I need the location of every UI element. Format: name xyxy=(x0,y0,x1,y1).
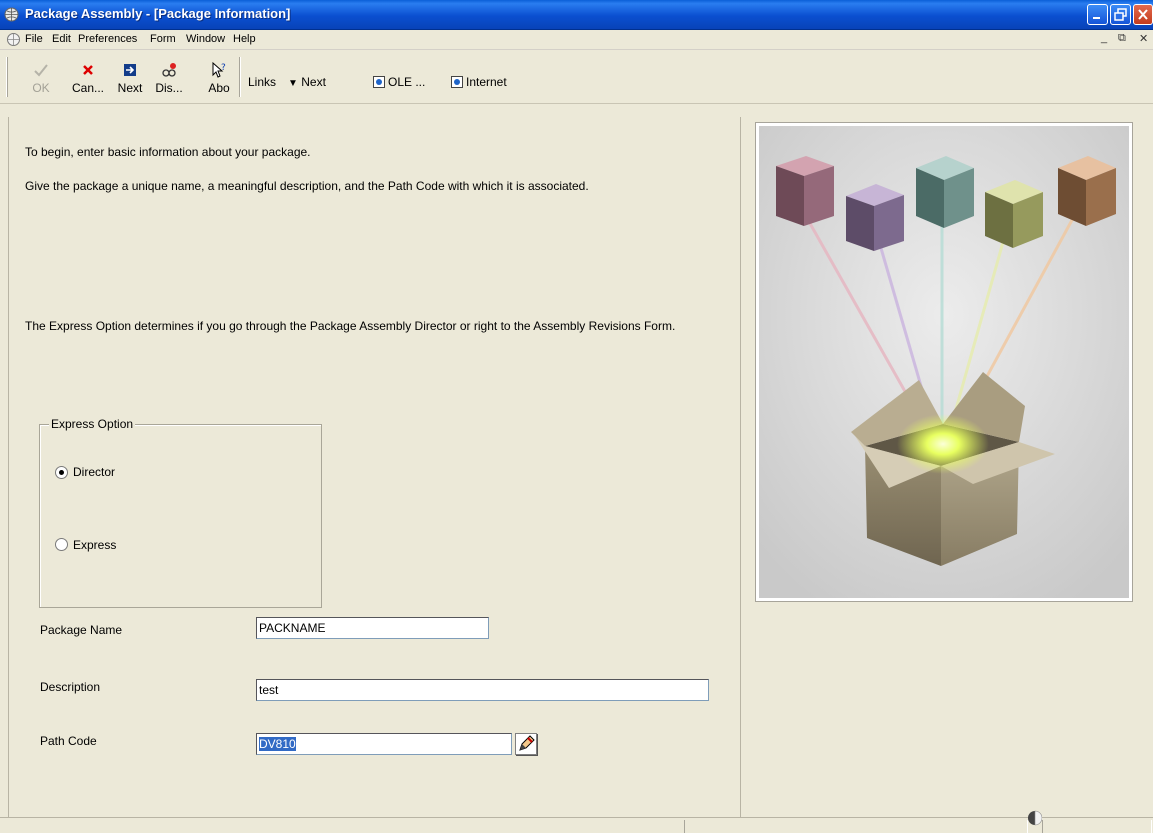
minimize-button[interactable] xyxy=(1087,4,1108,25)
mdi-minimize-icon[interactable]: _ xyxy=(1101,32,1107,44)
display-label: Dis... xyxy=(155,81,183,95)
cancel-label: Can... xyxy=(71,81,104,95)
ok-label: OK xyxy=(32,81,50,95)
cancel-x-icon xyxy=(83,65,93,75)
internet-document-icon xyxy=(451,76,463,88)
ole-label: OLE ... xyxy=(388,75,426,89)
express-option-legend: Express Option xyxy=(49,417,136,431)
links-next-label: Next xyxy=(301,75,326,89)
checkmark-icon xyxy=(34,64,48,77)
window-title: Package Assembly - [Package Information] xyxy=(25,6,291,21)
close-icon xyxy=(1138,9,1148,20)
minimize-icon xyxy=(1093,17,1100,19)
links-menu[interactable]: Links xyxy=(248,75,276,89)
display-preferences-icon xyxy=(162,63,176,77)
mdi-restore-icon[interactable]: ⧉ xyxy=(1118,32,1126,45)
path-code-field[interactable]: DV810 xyxy=(256,733,512,755)
status-globe-icon xyxy=(1028,810,1042,826)
status-cell xyxy=(684,820,1028,833)
intro-text-1: To begin, enter basic information about … xyxy=(25,145,311,159)
dropdown-arrow-icon: ▼ xyxy=(288,78,298,89)
menu-window[interactable]: Window xyxy=(186,33,225,45)
visual-assist-pencil-icon xyxy=(519,735,535,751)
express-note-text: The Express Option determines if you go … xyxy=(25,319,676,333)
menu-file[interactable]: File xyxy=(25,33,43,45)
path-code-value: DV810 xyxy=(259,737,296,751)
express-radio[interactable] xyxy=(55,538,68,551)
svg-text:?: ? xyxy=(221,63,226,73)
internet-label: Internet xyxy=(466,75,507,89)
document-globe-icon[interactable] xyxy=(6,32,21,47)
maximize-button[interactable] xyxy=(1110,4,1131,25)
package-box-illustration xyxy=(759,126,1129,598)
cube-1 xyxy=(776,156,834,226)
cube-2 xyxy=(846,184,904,251)
status-bar xyxy=(0,810,1153,833)
package-name-field[interactable]: PACKNAME xyxy=(256,617,489,639)
cube-4 xyxy=(985,180,1043,248)
mdi-close-icon[interactable]: ✕ xyxy=(1139,32,1148,45)
menu-bar: File Edit Preferences Form Window Help _… xyxy=(0,30,1153,50)
restore-icon xyxy=(1114,8,1127,21)
intro-text-2: Give the package a unique name, a meanin… xyxy=(25,179,589,193)
help-pointer-icon: ? xyxy=(212,61,226,78)
links-next-menu[interactable]: ▼ Next xyxy=(288,75,326,89)
description-value: test xyxy=(259,683,279,697)
form-panel: To begin, enter basic information about … xyxy=(8,117,741,817)
ole-button[interactable]: OLE ... xyxy=(373,75,425,89)
express-option-group: Express Option Director Express xyxy=(39,417,322,608)
next-label: Next xyxy=(117,81,143,95)
visual-assist-button[interactable] xyxy=(515,733,537,755)
menu-help[interactable]: Help xyxy=(233,33,256,45)
status-cell-right xyxy=(1042,820,1152,833)
links-label: Links xyxy=(248,75,277,89)
menu-preferences[interactable]: Preferences xyxy=(78,33,137,45)
cube-5 xyxy=(1058,156,1116,226)
ole-document-icon xyxy=(373,76,385,88)
package-name-value: PACKNAME xyxy=(259,621,326,635)
next-button[interactable]: Next xyxy=(114,61,146,95)
express-label[interactable]: Express xyxy=(73,538,116,553)
package-illustration xyxy=(756,123,1132,601)
package-name-label: Package Name xyxy=(40,623,123,637)
about-label: Abo xyxy=(208,81,230,95)
menu-edit[interactable]: Edit xyxy=(52,33,71,45)
close-button[interactable] xyxy=(1133,4,1153,25)
about-button[interactable]: ? Abo xyxy=(203,61,235,95)
display-button[interactable]: Dis... xyxy=(149,61,189,95)
app-globe-icon xyxy=(4,7,19,22)
toolbar: OK Can... Next Dis... ? Abo Links ▼ Next… xyxy=(0,51,1153,104)
menu-form[interactable]: Form xyxy=(150,33,176,45)
path-code-label: Path Code xyxy=(40,734,97,748)
ok-button[interactable]: OK xyxy=(27,61,55,95)
toolbar-grip xyxy=(6,57,8,97)
cube-3 xyxy=(916,156,974,228)
description-field[interactable]: test xyxy=(256,679,709,701)
director-label[interactable]: Director xyxy=(73,465,115,480)
internet-button[interactable]: Internet xyxy=(451,75,507,89)
toolbar-separator xyxy=(239,57,241,97)
description-label: Description xyxy=(40,680,101,694)
next-arrow-icon xyxy=(124,64,136,76)
cancel-button[interactable]: Can... xyxy=(66,61,110,95)
director-radio[interactable] xyxy=(55,466,68,479)
title-bar: Package Assembly - [Package Information] xyxy=(0,0,1153,30)
